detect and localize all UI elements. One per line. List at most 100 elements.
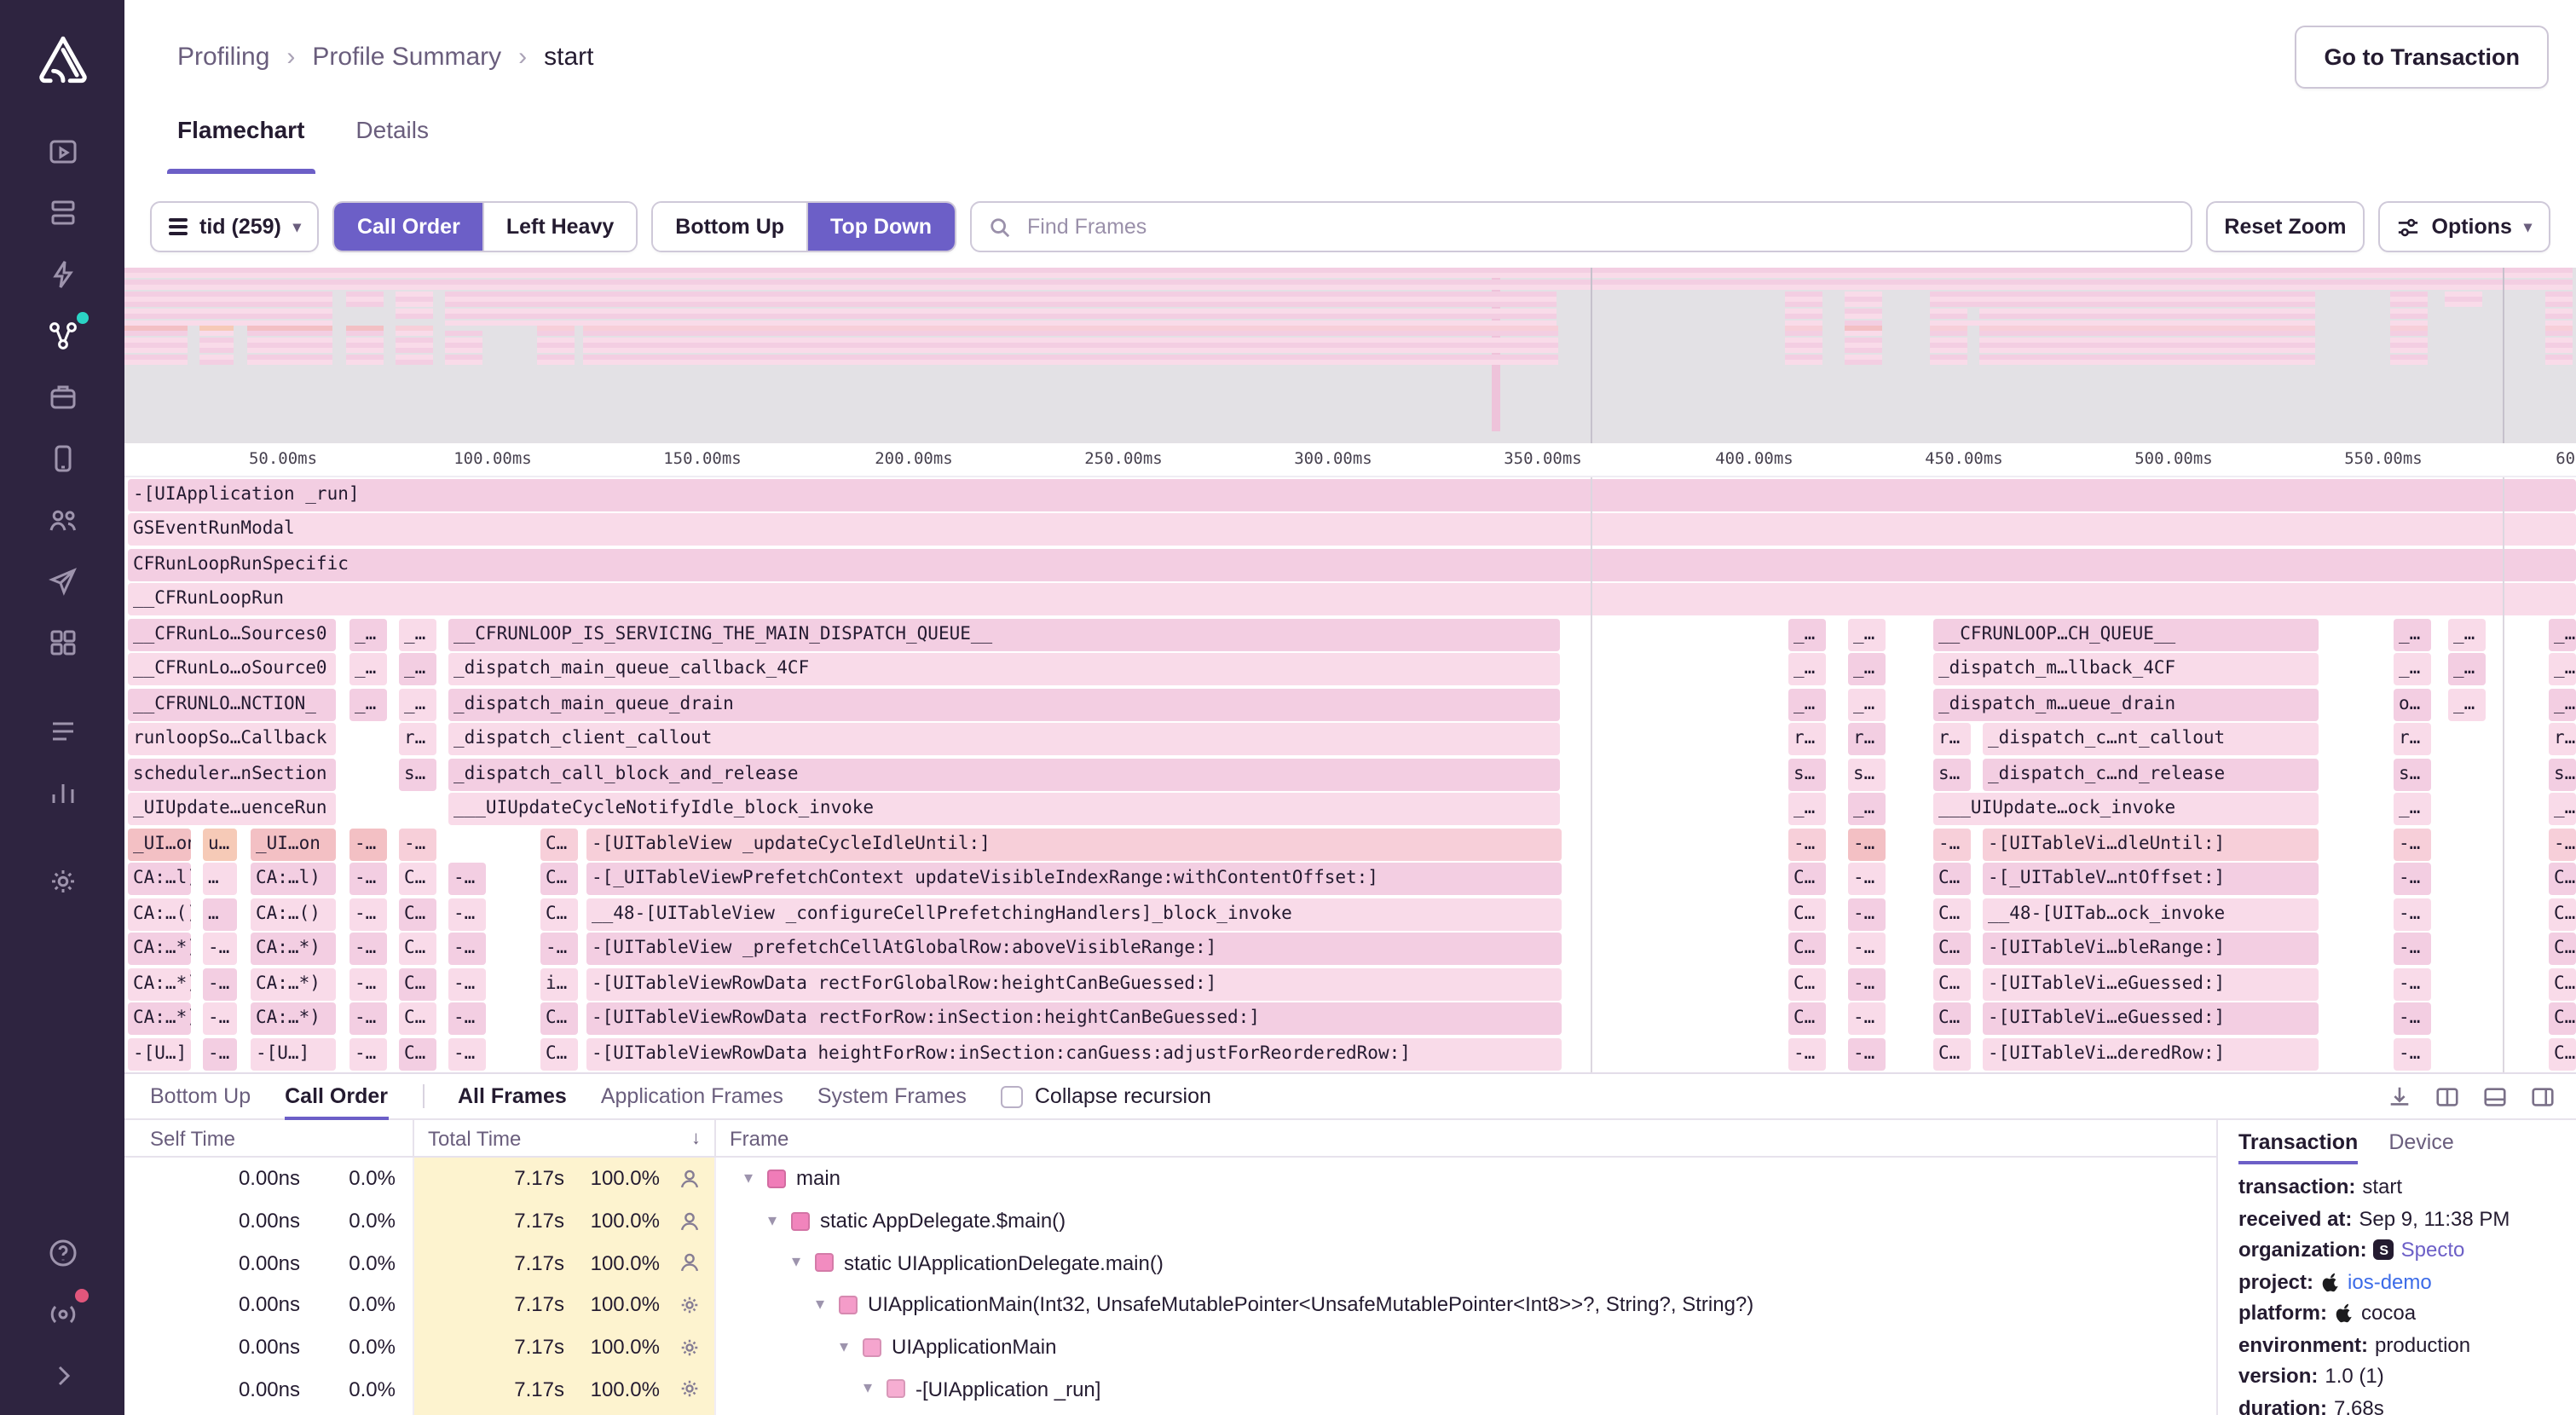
flame-frame[interactable] [1930, 355, 1967, 360]
flame-frame[interactable] [1930, 326, 1967, 331]
tab-bottom-up[interactable]: Bottom Up [150, 1074, 251, 1118]
flame-frame[interactable]: C… [1933, 967, 1971, 1001]
flame-frame[interactable] [247, 349, 332, 354]
thread-selector-dropdown[interactable]: tid (259) ▾ [150, 201, 320, 252]
flame-frame[interactable]: _… [1788, 793, 1826, 826]
flame-frame[interactable] [396, 337, 433, 342]
flame-frame[interactable] [1845, 343, 1882, 348]
flame-frame[interactable] [1979, 349, 2315, 354]
top-down-button[interactable]: Top Down [806, 203, 954, 251]
profiling-icon[interactable] [40, 314, 84, 358]
flame-frame[interactable]: r… [1933, 723, 1971, 756]
flame-frame[interactable] [2545, 326, 2573, 331]
flame-frame[interactable] [396, 326, 433, 331]
flame-frame[interactable]: -… [2549, 828, 2576, 861]
flame-frame[interactable] [1979, 337, 2315, 342]
flame-frame[interactable] [1845, 326, 1882, 331]
flame-frame[interactable] [445, 297, 1557, 302]
table-row[interactable]: 0.00ns0.0%7.17s100.0%▾main [124, 1158, 2216, 1199]
flame-frame[interactable]: _dispatch_c…nt_callout [1983, 723, 2319, 756]
flame-frame[interactable]: _UI…on [251, 828, 336, 861]
expand-caret-icon[interactable]: ▾ [835, 1337, 852, 1356]
flame-frame[interactable] [2445, 297, 2482, 302]
flame-frame[interactable] [1785, 326, 1822, 331]
flame-frame[interactable] [124, 297, 332, 302]
flame-frame[interactable]: -… [448, 967, 486, 1001]
flame-frame[interactable] [2390, 349, 2428, 354]
flame-frame[interactable]: -[UITableViewRowData heightForRow:inSect… [586, 1037, 1562, 1071]
flame-frame[interactable]: C… [1933, 1037, 1971, 1071]
flame-frame[interactable]: C… [540, 1037, 578, 1071]
flame-frame[interactable] [1785, 355, 1822, 360]
table-row[interactable]: 0.00ns0.0%7.17s100.0%▾GSEventRunModal [124, 1410, 2216, 1415]
flame-frame[interactable] [2545, 355, 2573, 360]
flame-frame[interactable]: ___UIUpdate…ock_invoke [1933, 793, 2319, 826]
flame-frame[interactable]: -… [203, 1002, 237, 1036]
flame-frame[interactable]: _… [1788, 653, 1826, 686]
table-row[interactable]: 0.00ns0.0%7.17s100.0%▾static AppDelegate… [124, 1199, 2216, 1241]
flame-frame[interactable]: o… [2394, 688, 2431, 721]
flame-frame[interactable] [247, 343, 332, 348]
flame-frame[interactable] [537, 361, 575, 366]
flame-frame[interactable] [247, 355, 332, 360]
flame-frame[interactable]: C… [399, 933, 436, 966]
flame-frame[interactable]: CA:…*) [251, 933, 336, 966]
flame-frame[interactable]: _UIUpdate…uenceRun [128, 793, 336, 826]
flame-frame[interactable] [1979, 314, 2315, 319]
flame-frame[interactable]: _… [1848, 653, 1886, 686]
flame-frame[interactable] [2390, 355, 2428, 360]
flame-frame[interactable]: s… [2394, 758, 2431, 791]
flame-frame[interactable] [247, 332, 332, 337]
flame-frame[interactable]: _… [399, 688, 436, 721]
flame-frame[interactable] [445, 343, 482, 348]
flame-frame[interactable] [1845, 314, 1882, 319]
stats-icon[interactable] [40, 771, 84, 815]
flame-frame[interactable] [346, 337, 384, 342]
go-to-transaction-button[interactable]: Go to Transaction [2295, 25, 2549, 88]
flame-frame[interactable] [124, 326, 188, 331]
table-row[interactable]: 0.00ns0.0%7.17s100.0%▾static UIApplicati… [124, 1242, 2216, 1284]
flame-frame[interactable] [1845, 361, 1882, 366]
flame-frame[interactable]: -… [1848, 967, 1886, 1001]
flame-frame[interactable]: s… [2549, 758, 2576, 791]
flame-frame[interactable] [346, 361, 384, 366]
flame-frame[interactable] [346, 332, 384, 337]
flame-frame[interactable]: -… [349, 828, 387, 861]
flame-frame[interactable] [2545, 314, 2573, 319]
flame-frame[interactable]: -[UITableVi…dleUntil:] [1983, 828, 2319, 861]
flame-frame[interactable] [2545, 343, 2573, 348]
expand-caret-icon[interactable]: ▾ [764, 1211, 781, 1230]
layout-right-icon[interactable] [2530, 1083, 2556, 1109]
flame-frame[interactable] [396, 291, 433, 296]
flame-frame[interactable]: -[UITableVi…eGuessed:] [1983, 1002, 2319, 1036]
flame-frame[interactable]: -… [448, 863, 486, 896]
collapse-recursion-checkbox[interactable] [1001, 1085, 1023, 1107]
flame-frame[interactable]: -[UITableView _updateCycleIdleUntil:] [586, 828, 1562, 861]
flame-frame[interactable] [396, 314, 433, 319]
flame-frame[interactable]: C… [2549, 1037, 2576, 1071]
flame-frame[interactable]: -… [540, 933, 578, 966]
flame-frame[interactable] [1845, 320, 1882, 325]
flame-frame[interactable] [124, 332, 188, 337]
flame-frame[interactable]: -[_UITableViewPrefetchContext updateVisi… [586, 863, 1562, 896]
flame-frame[interactable]: C… [1788, 898, 1826, 931]
flame-frame[interactable] [537, 343, 575, 348]
flame-frame[interactable]: C… [1788, 863, 1826, 896]
flame-frame[interactable]: s… [1933, 758, 1971, 791]
flame-frame[interactable] [1979, 326, 2315, 331]
flame-frame[interactable] [1785, 349, 1822, 354]
flame-frame[interactable]: u… [203, 828, 237, 861]
flame-frame[interactable] [396, 297, 433, 302]
flame-frame[interactable]: _dispatch_call_block_and_release [448, 758, 1560, 791]
flame-frame[interactable] [1785, 337, 1822, 342]
flame-frame[interactable] [2390, 314, 2428, 319]
flame-frame[interactable] [583, 355, 1558, 360]
flame-frame[interactable] [1785, 332, 1822, 337]
queries-icon[interactable] [40, 709, 84, 754]
flame-frame[interactable] [1930, 320, 2315, 325]
settings-icon[interactable] [40, 859, 84, 904]
flame-frame[interactable]: C… [399, 898, 436, 931]
search-input[interactable] [1024, 213, 2173, 240]
flame-frame[interactable]: _… [1788, 618, 1826, 651]
flame-frame[interactable] [537, 355, 575, 360]
